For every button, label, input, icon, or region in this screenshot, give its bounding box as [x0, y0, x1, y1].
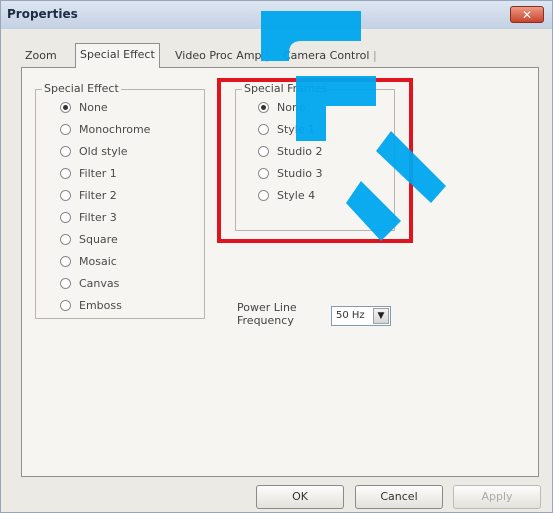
radio-icon [60, 233, 71, 245]
effect-option-label: Filter 3 [79, 211, 117, 224]
effect-option-filter-2[interactable]: Filter 2 [60, 188, 117, 204]
ok-button[interactable]: OK [256, 485, 344, 509]
power-line-frequency-select[interactable]: 50 Hz ▼ [331, 306, 391, 326]
effect-option-label: Monochrome [79, 123, 151, 136]
radio-icon [60, 211, 71, 223]
tab-video-proc-amp-label: Video Proc Amp [175, 49, 262, 62]
radio-icon [60, 299, 71, 311]
radio-icon [60, 123, 71, 135]
radio-icon [60, 101, 71, 113]
special-effect-group: Special Effect None Monochrome Old style… [35, 82, 205, 319]
apply-button[interactable]: Apply [453, 485, 541, 509]
radio-icon [60, 145, 71, 157]
effect-option-filter-3[interactable]: Filter 3 [60, 210, 117, 226]
effect-option-label: Filter 1 [79, 167, 117, 180]
effect-option-label: Canvas [79, 277, 120, 290]
effect-option-monochrome[interactable]: Monochrome [60, 122, 150, 138]
effect-option-mosaic[interactable]: Mosaic [60, 254, 117, 270]
effect-option-label: None [79, 101, 108, 114]
title-bar[interactable]: Properties ✕ [1, 1, 552, 29]
effect-option-label: Filter 2 [79, 189, 117, 202]
radio-icon [60, 255, 71, 267]
radio-icon [60, 167, 71, 179]
power-line-label-line2: Frequency [237, 314, 294, 327]
effect-option-canvas[interactable]: Canvas [60, 276, 119, 292]
power-line-label-line1: Power Line [237, 301, 297, 314]
tab-camera-control-label: Camera Control [283, 49, 370, 62]
effect-option-filter-1[interactable]: Filter 1 [60, 166, 117, 182]
annotation-highlight-box [217, 78, 413, 243]
window-title: Properties [7, 7, 78, 21]
effect-option-label: Old style [79, 145, 128, 158]
chevron-down-icon[interactable]: ▼ [373, 308, 389, 324]
tab-special-effect-label: Special Effect [80, 48, 155, 61]
tab-special-effect[interactable]: Special Effect [75, 43, 160, 68]
special-effect-legend: Special Effect [42, 82, 121, 95]
tab-separator: | [372, 49, 377, 62]
radio-icon [60, 189, 71, 201]
tab-zoom[interactable]: Zoom [21, 45, 61, 67]
tab-zoom-label: Zoom [25, 49, 57, 62]
effect-option-label: Mosaic [79, 255, 117, 268]
tab-video-proc-amp[interactable]: Video Proc Amp | [171, 45, 273, 67]
effect-option-old-style[interactable]: Old style [60, 144, 128, 160]
effect-option-square[interactable]: Square [60, 232, 118, 248]
effect-option-label: Emboss [79, 299, 122, 312]
effect-option-emboss[interactable]: Emboss [60, 298, 122, 314]
power-line-frequency-value: 50 Hz [336, 310, 365, 321]
effect-option-none[interactable]: None [60, 100, 108, 116]
power-line-frequency-label: Power Line Frequency [237, 301, 297, 327]
effect-option-label: Square [79, 233, 118, 246]
properties-dialog: Properties ✕ Zoom Special Effect Video P… [0, 0, 553, 513]
cancel-button[interactable]: Cancel [355, 485, 443, 509]
close-button[interactable]: ✕ [510, 6, 544, 23]
tab-separator: | [265, 49, 269, 62]
tab-camera-control[interactable]: Camera Control | [279, 45, 381, 67]
radio-icon [60, 277, 71, 289]
